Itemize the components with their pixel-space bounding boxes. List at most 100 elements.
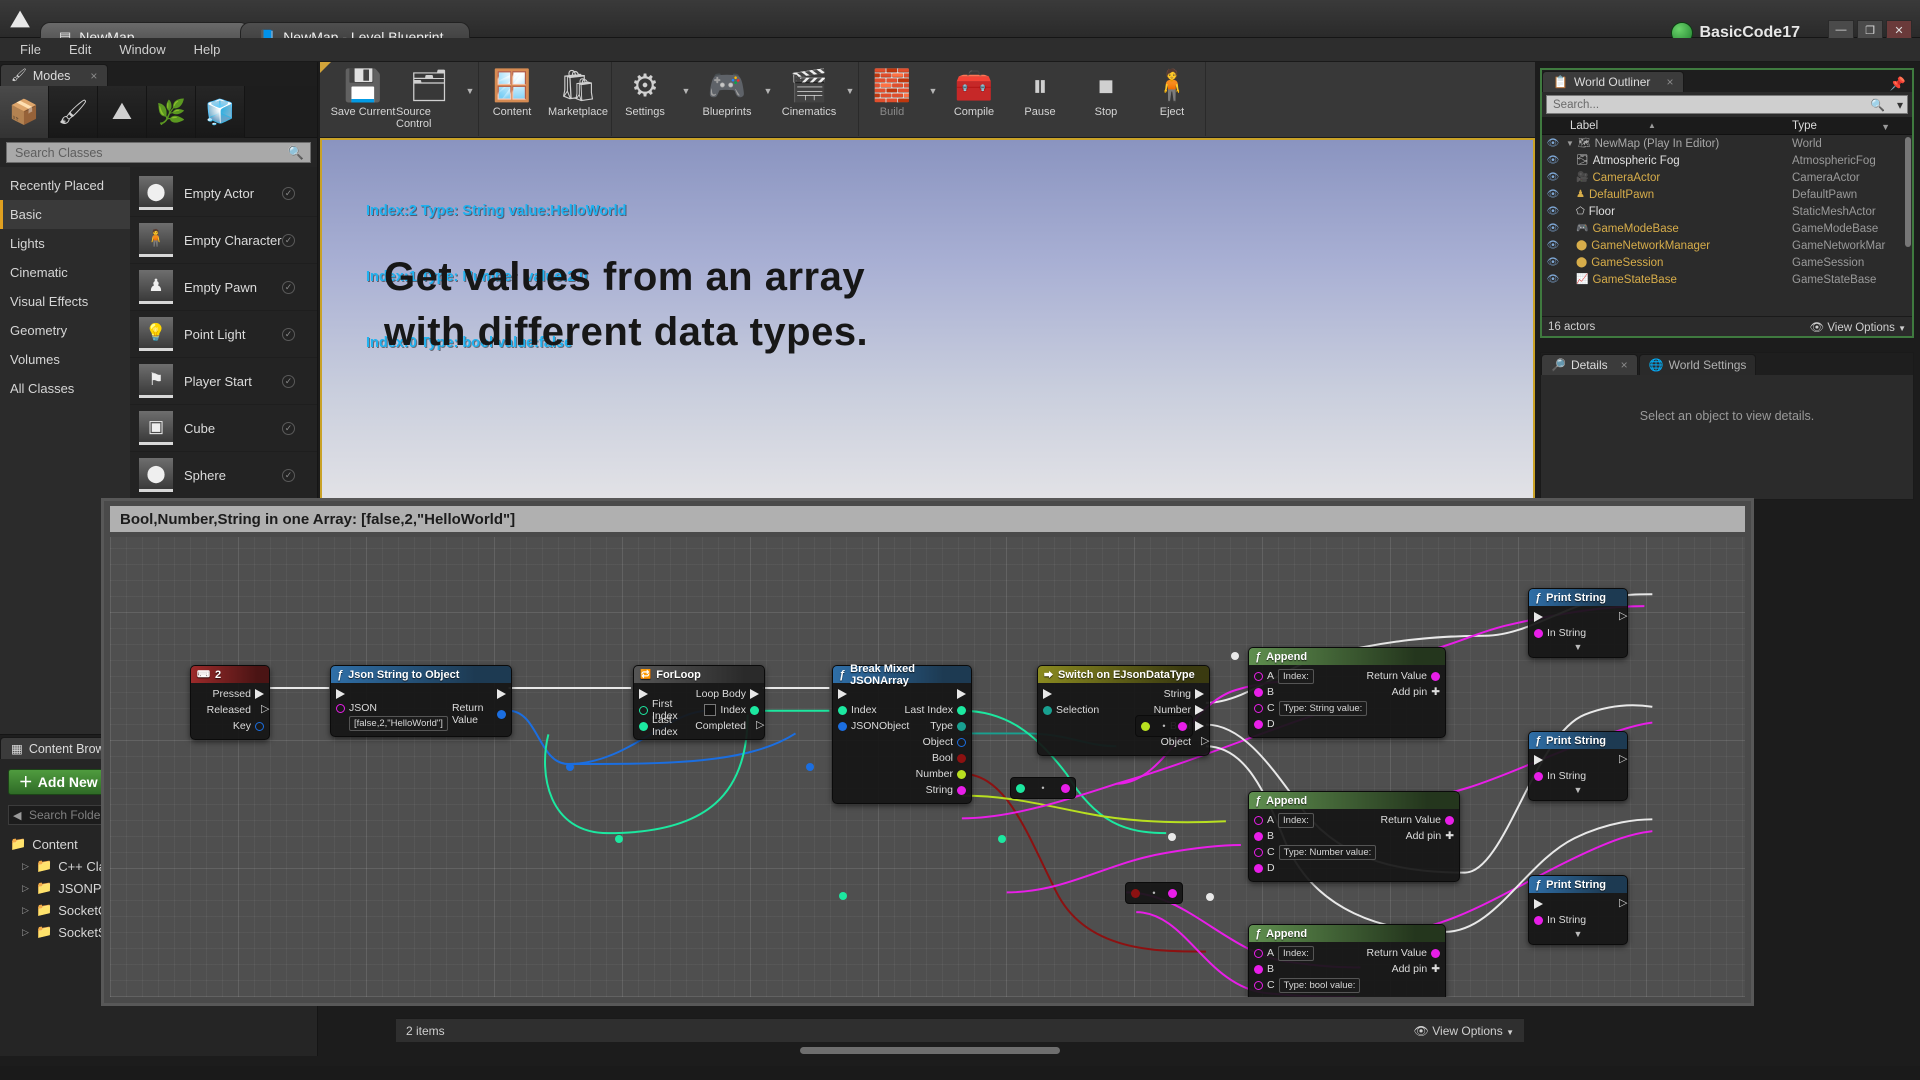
close-icon[interactable]: × [1621,358,1628,372]
menu-file[interactable]: File [8,39,53,60]
data-pin-icon[interactable] [1534,915,1543,925]
data-pin-icon[interactable] [1254,671,1263,681]
exec-in-pin-icon[interactable] [838,689,847,699]
pin-row[interactable]: Index Last Index [833,702,971,718]
tab-world-outliner[interactable]: 📋 World Outliner × [1542,71,1685,92]
table-row[interactable]: 👁 🎮 GameModeBase GameModeBase [1542,220,1912,237]
reroute-knot[interactable] [806,763,814,771]
node-input-key-2[interactable]: ⌨ 2 Pressed Released Key [190,665,270,740]
eye-icon[interactable]: 👁 [1542,240,1564,251]
stop-button[interactable]: ⏹ Stop [1073,62,1139,136]
node-print-string-3[interactable]: ƒ Print String In String ▼ [1528,875,1628,945]
exec-in-pin-icon[interactable] [1534,755,1543,765]
node-append-bool[interactable]: ƒ Append A Index: Return Value B Add pin… [1248,924,1446,997]
level-viewport[interactable]: Index:2 Type: String value:HelloWorld In… [320,138,1535,500]
add-pin-button[interactable]: Add pin ✚ [1406,830,1454,842]
outliner-search-input[interactable]: Search... 🔍 ▾ [1546,95,1908,114]
data-pin-icon[interactable] [1254,831,1263,841]
blueprints-button[interactable]: 🎮 Blueprints [694,62,760,136]
minimize-button[interactable]: — [1828,20,1854,40]
data-pin-icon[interactable] [639,721,648,731]
exec-out-pin-icon[interactable] [1195,689,1204,699]
tab-modes[interactable]: 🖌 Modes × [0,64,109,86]
blueprint-graph-canvas[interactable]: ⌨ 2 Pressed Released Key [110,537,1745,997]
pin-row[interactable] [1529,752,1627,768]
node-conv-bool[interactable]: • [1125,882,1183,904]
list-item[interactable]: ⬤ Empty Actor ✓ [130,170,317,217]
data-pin-icon[interactable] [838,721,847,731]
node-for-loop[interactable]: 🔁 ForLoop Loop Body First Index Index La… [633,665,765,740]
append-c-value[interactable]: Type: String value: [1278,700,1368,716]
filter-icon[interactable]: ▾ [1897,98,1903,112]
category-geometry[interactable]: Geometry [0,316,130,345]
data-pin-icon[interactable] [957,737,966,747]
reroute-knot[interactable] [615,835,623,843]
table-row[interactable]: 👁 🎥 CameraActor CameraActor [1542,169,1912,186]
data-pin-icon[interactable] [336,704,345,713]
exec-out-pin-icon[interactable] [497,689,506,699]
append-c-value[interactable]: Type: bool value: [1278,977,1361,993]
node-print-string-1[interactable]: ƒ Print String In String ▼ [1528,588,1628,658]
exec-out-pin-icon[interactable] [1613,754,1627,766]
exec-out-pin-icon[interactable] [1195,721,1204,731]
paint-mode-icon[interactable]: 🖌 [49,86,98,138]
exec-out-pin-icon[interactable] [957,689,966,699]
data-pin-icon[interactable] [1254,815,1263,825]
data-pin-icon[interactable] [1431,948,1440,958]
append-a-value[interactable]: Index: [1278,812,1314,828]
node-json-string-to-object[interactable]: ƒ Json String to Object JSON [false,2,"H… [330,665,512,737]
data-pin-icon[interactable] [1254,719,1263,729]
reroute-knot[interactable] [1231,652,1239,660]
pin-row[interactable]: C Type: bool value: [1249,977,1445,993]
category-basic[interactable]: Basic [0,200,130,229]
node-print-string-2[interactable]: ƒ Print String In String ▼ [1528,731,1628,801]
category-visual-effects[interactable]: Visual Effects [0,287,130,316]
menu-window[interactable]: Window [107,39,177,60]
back-icon[interactable]: ◀ [13,809,21,822]
expand-arrow-icon[interactable]: ▼ [1566,139,1574,148]
eye-icon[interactable]: 👁 [1542,274,1564,285]
cb-view-options-button[interactable]: 👁 View Options ▼ [1414,1024,1514,1038]
list-item[interactable]: 🧍 Empty Character ✓ [130,217,317,264]
data-pin-icon[interactable] [1043,705,1052,715]
exec-out-pin-icon[interactable] [1195,736,1209,748]
content-button[interactable]: 🪟 Content [479,62,545,136]
chevron-right-icon[interactable]: ▷ [22,861,30,872]
node-append-number[interactable]: ƒ Append A Index: Return Value B Add pin… [1248,791,1460,882]
data-pin-icon[interactable] [957,705,966,715]
filter-icon[interactable]: ▼ [1881,122,1890,132]
node-conv-number[interactable]: • [1135,715,1193,737]
data-pin-icon[interactable] [1254,847,1263,857]
add-icon[interactable]: ✓ [282,327,295,341]
data-pin-icon[interactable] [1254,948,1263,958]
outliner-scrollbar[interactable] [1905,137,1911,247]
pin-row[interactable]: B Add pin ✚ [1249,684,1445,700]
save-current-button[interactable]: 💾 Save Current [330,62,396,136]
pin-row[interactable]: C Type: Number value: [1249,844,1459,860]
data-pin-icon[interactable] [1534,628,1543,638]
pin-icon[interactable]: 📌 [1890,76,1912,92]
eye-icon[interactable]: 👁 [1542,206,1564,217]
append-a-value[interactable]: Index: [1278,945,1314,961]
data-pin-icon[interactable] [838,705,847,715]
exec-pin-icon[interactable] [255,704,269,716]
table-row[interactable]: 👁 🌫 Atmospheric Fog AtmosphericFog [1542,152,1912,169]
pin-row[interactable] [331,686,511,702]
pin-row[interactable]: JSONObject Type [833,718,971,734]
pin-row[interactable]: String [1038,686,1209,702]
pause-button[interactable]: ⏸ Pause [1007,62,1073,136]
pin-row[interactable]: Object [833,734,971,750]
pin-row[interactable] [1529,609,1627,625]
pin-row[interactable]: D [1249,716,1445,732]
table-row[interactable]: 👁 ⬤ GameSession GameSession [1542,254,1912,271]
data-pin-icon[interactable] [1168,888,1177,898]
add-icon[interactable]: ✓ [282,468,295,482]
list-item[interactable]: ♟ Empty Pawn ✓ [130,264,317,311]
data-pin-icon[interactable] [1254,980,1263,990]
reroute-knot[interactable] [998,835,1006,843]
pin-row[interactable]: In String [1529,625,1627,641]
menu-help[interactable]: Help [182,39,233,60]
close-button[interactable]: ✕ [1886,20,1912,40]
pin-row[interactable] [833,686,971,702]
list-item[interactable]: ⬤ Sphere ✓ [130,452,317,499]
